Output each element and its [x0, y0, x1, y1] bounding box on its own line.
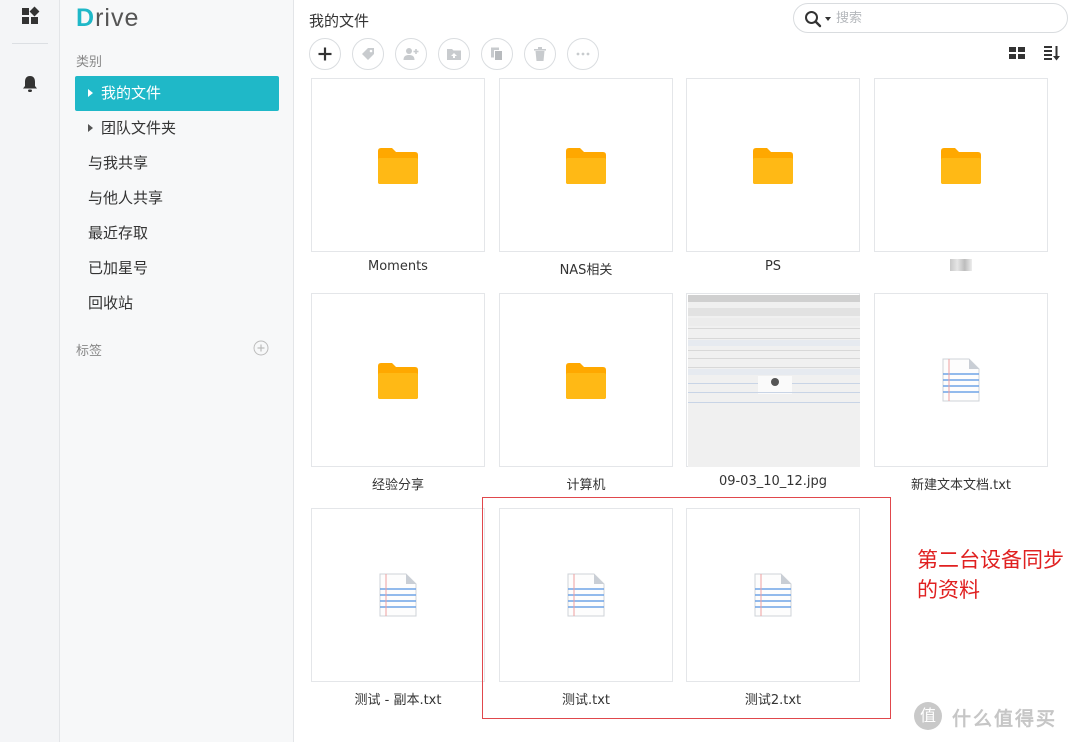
- delete-button[interactable]: [524, 38, 556, 70]
- search-box[interactable]: [793, 3, 1068, 33]
- trash-icon: [534, 47, 546, 61]
- tags-heading: 标签: [76, 344, 103, 359]
- file-tile-folder[interactable]: [311, 78, 485, 252]
- folder-icon: [753, 148, 793, 184]
- watermark: 值 什么值得买: [912, 700, 1080, 742]
- share-button[interactable]: [395, 38, 427, 70]
- copy-button[interactable]: [481, 38, 513, 70]
- file-name[interactable]: 新建文本文档.txt: [867, 474, 1055, 493]
- folder-icon: [378, 363, 418, 399]
- app-rail: [0, 0, 60, 742]
- annotation-text: 第二台设备同步 的资料: [917, 545, 1064, 605]
- tag-icon: [362, 48, 374, 60]
- redacted-name: [950, 259, 972, 271]
- file-name[interactable]: 测试 - 副本.txt: [304, 689, 492, 708]
- copy-icon: [491, 47, 503, 61]
- plus-icon: [318, 47, 332, 61]
- sort-icon[interactable]: [1043, 44, 1061, 62]
- folder-icon: [941, 148, 981, 184]
- upload-folder-icon: [447, 49, 461, 60]
- apps-icon[interactable]: [20, 6, 40, 26]
- file-name[interactable]: PS: [679, 259, 867, 274]
- file-name[interactable]: 计算机: [492, 474, 680, 493]
- sidebar-item-team-folders[interactable]: 团队文件夹: [75, 111, 279, 146]
- search-input[interactable]: [836, 8, 1056, 28]
- sidebar-item-starred[interactable]: 已加星号: [75, 251, 279, 286]
- more-icon: [576, 52, 590, 56]
- file-tile-folder[interactable]: [311, 293, 485, 467]
- tag-button[interactable]: [352, 38, 384, 70]
- folder-icon: [566, 148, 606, 184]
- annotation-highlight-box: [482, 497, 891, 719]
- grid-view-icon[interactable]: [1008, 44, 1026, 62]
- share-user-icon: [403, 48, 419, 60]
- search-icon[interactable]: [804, 10, 822, 28]
- annotation-line: 的资料: [917, 578, 980, 602]
- file-name[interactable]: Moments: [304, 259, 492, 274]
- file-tile-text[interactable]: [874, 293, 1048, 467]
- drive-logo: Drive: [76, 4, 140, 32]
- new-button[interactable]: [309, 38, 341, 70]
- file-name-blurred[interactable]: [867, 259, 1055, 275]
- file-tile-folder[interactable]: [686, 78, 860, 252]
- sidebar-item-shared-with-others[interactable]: 与他人共享: [75, 181, 279, 216]
- file-tile-folder[interactable]: [499, 78, 673, 252]
- sidebar: Drive 类别 我的文件 团队文件夹 与我共享 与他人共享 最近存取 已加星号…: [60, 0, 294, 742]
- file-tile-folder[interactable]: [499, 293, 673, 467]
- file-tile-image[interactable]: [686, 293, 860, 467]
- notification-bell-icon[interactable]: [20, 74, 40, 94]
- sidebar-item-shared-with-me[interactable]: 与我共享: [75, 146, 279, 181]
- folder-icon: [566, 363, 606, 399]
- search-scope-caret-icon[interactable]: [825, 17, 831, 21]
- folder-action-button[interactable]: [438, 38, 470, 70]
- file-name[interactable]: 09-03_10_12.jpg: [679, 474, 867, 489]
- add-tag-icon[interactable]: [253, 340, 269, 356]
- folder-icon: [378, 148, 418, 184]
- file-tile-folder[interactable]: [874, 78, 1048, 252]
- sidebar-item-recycle-bin[interactable]: 回收站: [75, 286, 279, 321]
- image-thumbnail: [688, 295, 860, 467]
- file-name[interactable]: NAS相关: [492, 259, 680, 278]
- expand-arrow-icon[interactable]: [88, 123, 93, 132]
- text-document-icon: [942, 358, 980, 402]
- file-name[interactable]: 经验分享: [304, 474, 492, 493]
- sidebar-item-label: 团队文件夹: [101, 119, 177, 137]
- text-document-icon: [379, 573, 417, 617]
- rail-divider: [12, 43, 48, 44]
- sidebar-item-label: 我的文件: [101, 84, 162, 102]
- page-title: 我的文件: [309, 12, 370, 30]
- category-heading: 类别: [76, 55, 103, 70]
- watermark-text: 什么值得买: [952, 708, 1058, 730]
- expand-arrow-icon[interactable]: [88, 88, 93, 97]
- more-button[interactable]: [567, 38, 599, 70]
- watermark-logo-icon: 值: [914, 702, 942, 730]
- annotation-line: 第二台设备同步: [917, 548, 1064, 572]
- sidebar-item-my-files[interactable]: 我的文件: [75, 76, 279, 111]
- sidebar-item-recent[interactable]: 最近存取: [75, 216, 279, 251]
- file-tile-text[interactable]: [311, 508, 485, 682]
